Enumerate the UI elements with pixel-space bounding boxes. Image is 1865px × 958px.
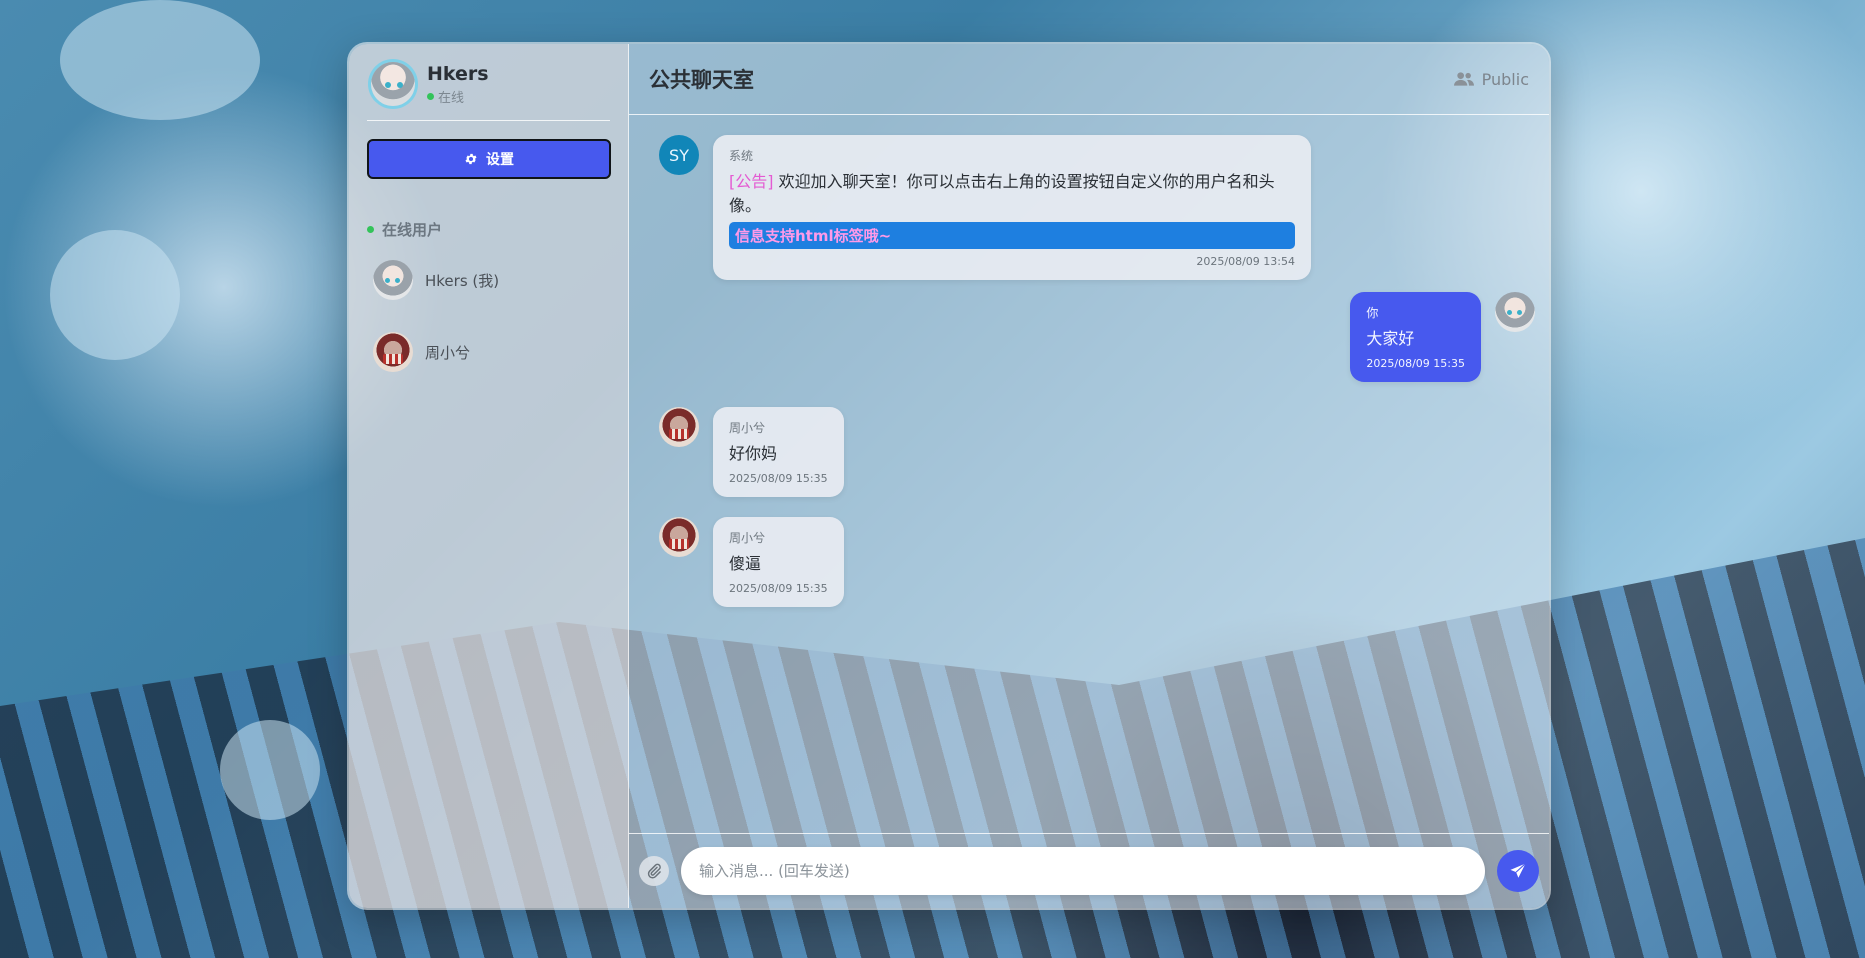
message-item: 你 大家好 2025/08/09 15:35 [1350,292,1535,382]
message-text: 好你妈 [729,444,778,463]
sidebar: Hkers 在线 设置 在线用户 Hkers (我) 周小兮 [349,44,629,908]
message-item: 周小兮 傻逼 2025/08/09 15:35 [659,517,844,607]
background-decoration [50,230,180,360]
avatar [373,332,413,372]
room-type-label: Public [1481,69,1529,89]
online-dot-icon [367,226,374,233]
message-body: 欢迎加入聊天室！你可以点击右上角的设置按钮自定义你的用户名和头像。 [729,172,1275,215]
message-time: 2025/08/09 15:35 [1366,357,1465,370]
avatar[interactable] [371,62,415,106]
message-text: [公告] 欢迎加入聊天室！你可以点击右上角的设置按钮自定义你的用户名和头像。 [729,170,1295,218]
avatar: SY [659,135,699,175]
user-name: 周小兮 [425,343,471,362]
background-decoration [60,0,260,120]
avatar [373,260,413,300]
message-bubble: 系统 [公告] 欢迎加入聊天室！你可以点击右上角的设置按钮自定义你的用户名和头像… [713,135,1311,280]
avatar-initials: SY [669,145,689,165]
message-text: 大家好 [1366,329,1415,348]
gear-icon [465,153,477,165]
message-sender: 你 [1366,306,1379,320]
message-item: 周小兮 好你妈 2025/08/09 15:35 [659,407,844,497]
chat-header: 公共聊天室 Public [629,44,1549,115]
user-list-item[interactable]: Hkers (我) [367,256,610,304]
message-time: 2025/08/09 15:35 [729,582,828,595]
online-users-label: 在线用户 [382,221,443,239]
message-composer [629,833,1549,908]
html-banner: 信息支持html标签哦~ [729,222,1295,249]
message-sender: 系统 [729,149,754,163]
online-users-title: 在线用户 [367,219,610,240]
message-text: 傻逼 [729,554,762,573]
user-name: Hkers (我) [425,271,500,290]
message-sender: 周小兮 [729,421,766,435]
message-time: 2025/08/09 13:54 [1196,255,1295,268]
attach-button[interactable] [639,856,669,886]
profile-card: Hkers 在线 [367,62,610,121]
send-button[interactable] [1497,850,1539,892]
settings-label: 设置 [486,152,514,168]
paperclip-icon [647,863,661,879]
send-icon [1510,863,1526,878]
background-decoration [220,720,320,820]
status-text: 在线 [438,90,465,106]
users-icon [1453,72,1474,86]
room-title: 公共聊天室 [649,68,754,92]
message-bubble: 周小兮 傻逼 2025/08/09 15:35 [713,517,844,607]
room-type: Public [1453,69,1529,89]
user-list-item[interactable]: 周小兮 [367,328,610,376]
message-time: 2025/08/09 15:35 [729,472,828,485]
profile-name: Hkers [427,62,489,85]
message-bubble: 你 大家好 2025/08/09 15:35 [1350,292,1481,382]
chat-app-window: Hkers 在线 设置 在线用户 Hkers (我) 周小兮 公共聊天室 Pub… [349,44,1549,908]
online-dot-icon [427,92,434,100]
avatar [659,517,699,557]
message-list: SY 系统 [公告] 欢迎加入聊天室！你可以点击右上角的设置按钮自定义你的用户名… [629,115,1549,833]
avatar [1495,292,1535,332]
message-item: SY 系统 [公告] 欢迎加入聊天室！你可以点击右上角的设置按钮自定义你的用户名… [659,135,1311,280]
announcement-tag: [公告] [729,172,774,191]
message-bubble: 周小兮 好你妈 2025/08/09 15:35 [713,407,844,497]
settings-button[interactable]: 设置 [367,139,611,179]
avatar [659,407,699,447]
profile-status: 在线 [427,87,489,106]
chat-main: 公共聊天室 Public SY 系统 [公告] 欢迎加入聊天室！你可以点击右上角… [629,44,1549,908]
message-sender: 周小兮 [729,531,766,545]
message-input[interactable] [681,847,1485,895]
